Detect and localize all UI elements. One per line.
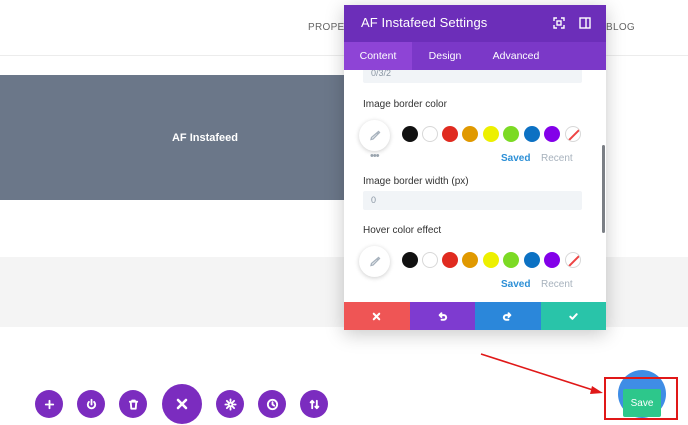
annotation-highlight-box xyxy=(604,377,678,420)
annotation-arrow xyxy=(480,353,603,394)
